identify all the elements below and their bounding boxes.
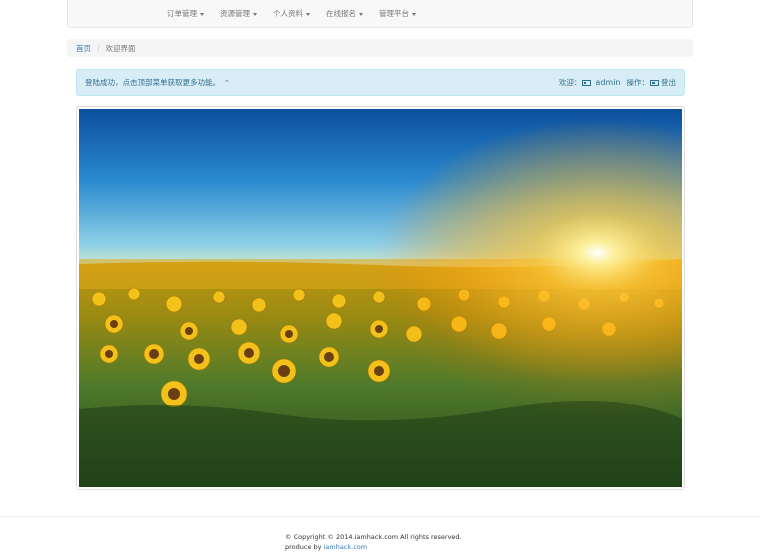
caret-down-icon <box>306 12 310 16</box>
welcome-label: 欢迎： <box>558 78 582 87</box>
caret-down-icon <box>200 12 204 16</box>
breadcrumb-separator: / <box>97 43 100 53</box>
nav-item-orders[interactable]: 订单管理 <box>159 0 212 28</box>
top-navbar: 订单管理 资源管理 个人资料 在线报名 管理平台 <box>67 0 693 28</box>
nav-item-resources[interactable]: 资源管理 <box>212 0 265 28</box>
footer-divider <box>0 516 760 517</box>
nav-item-registration[interactable]: 在线报名 <box>318 0 371 28</box>
nav-item-label: 订单管理 <box>167 9 197 18</box>
footer-copyright: © Copyright © 2014.iamhack.com All right… <box>285 533 462 541</box>
nav-item-profile[interactable]: 个人资料 <box>265 0 318 28</box>
operation-label: 操作： <box>626 78 650 87</box>
caret-down-icon <box>412 12 416 16</box>
footer-produce-link[interactable]: iamhack.com <box>324 543 368 551</box>
breadcrumb-home-link[interactable]: 首页 <box>76 43 91 54</box>
page-footer: © Copyright © 2014.iamhack.com All right… <box>285 532 462 552</box>
alert-message-group: 登陆成功，点击顶部菜单获取更多功能。 ⌃ <box>85 77 230 88</box>
user-info: 欢迎： admin 操作： 登出 <box>559 77 676 88</box>
footer-produce: produce by iamhack.com <box>285 542 462 552</box>
caret-down-icon <box>359 12 363 16</box>
logout-icon[interactable] <box>650 79 659 86</box>
footer-produce-label: produce by <box>285 543 322 551</box>
login-success-alert: 登陆成功，点击顶部菜单获取更多功能。 ⌃ 欢迎： admin 操作： 登出 <box>76 69 685 96</box>
caret-down-icon <box>253 12 257 16</box>
alert-message: 登陆成功，点击顶部菜单获取更多功能。 <box>85 78 220 87</box>
chevron-up-icon[interactable]: ⌃ <box>224 79 230 87</box>
nav-item-label: 个人资料 <box>273 9 303 18</box>
hero-image-thumbnail <box>76 106 685 490</box>
nav-item-label: 管理平台 <box>379 9 409 18</box>
user-card-icon <box>582 79 592 86</box>
breadcrumb: 首页 / 欢迎界面 <box>67 39 693 57</box>
sunflower-field-image <box>79 109 682 487</box>
breadcrumb-current: 欢迎界面 <box>105 43 136 53</box>
username: admin <box>595 78 621 87</box>
logout-link[interactable]: 登出 <box>661 77 676 88</box>
nav-item-label: 资源管理 <box>220 9 250 18</box>
nav-item-admin-platform[interactable]: 管理平台 <box>371 0 424 28</box>
nav-menu: 订单管理 资源管理 个人资料 在线报名 管理平台 <box>159 0 424 28</box>
nav-item-label: 在线报名 <box>326 9 356 18</box>
